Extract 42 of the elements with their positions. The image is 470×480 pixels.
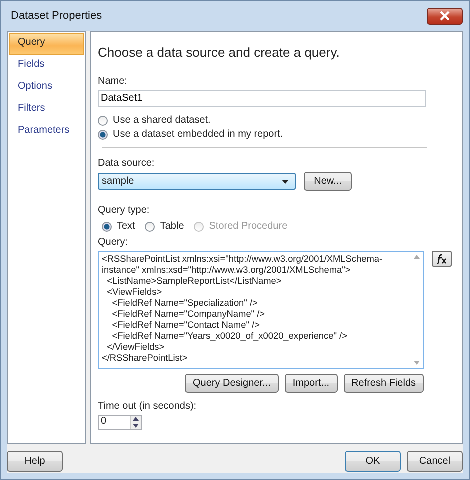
radio-label: Stored Procedure <box>209 221 288 232</box>
query-action-button[interactable]: Query Designer... <box>185 374 279 393</box>
sidebar-item[interactable]: Query <box>9 33 84 55</box>
query-action-button[interactable]: Refresh Fields <box>344 374 424 393</box>
radio-button[interactable] <box>98 116 108 126</box>
scroll-up-icon <box>414 255 420 259</box>
expression-button[interactable] <box>432 251 452 267</box>
cancel-button[interactable]: Cancel <box>407 450 463 472</box>
spin-down-icon <box>133 424 139 428</box>
page-heading: Choose a data source and create a query. <box>98 45 341 60</box>
query-type-label: Query type: <box>98 205 151 216</box>
radio-button[interactable] <box>102 222 112 232</box>
close-button[interactable] <box>427 8 463 24</box>
query-label: Query: <box>98 237 130 248</box>
name-field[interactable]: DataSet1 <box>98 90 426 107</box>
sidebar-item[interactable]: Fields <box>9 55 84 77</box>
window-title: Dataset Properties <box>10 10 102 22</box>
radio-label: Table <box>160 221 184 232</box>
sidebar-item[interactable]: Parameters <box>9 121 84 143</box>
data-source-dropdown[interactable]: sample <box>98 173 296 190</box>
radio-button[interactable] <box>98 130 108 140</box>
sidebar-item[interactable]: Filters <box>9 99 84 121</box>
radio-label: Use a shared dataset. <box>113 115 211 126</box>
help-button[interactable]: Help <box>7 450 63 472</box>
query-text: <RSSharePointList xmlns:xsi="http://www.w3.org/2001/XMLSchema- instance" xmlns:xsd="http://www.w3.org/2001/XMLSchema"> <ListName>SampleReportList</ListName> <ViewFields> <FieldRef Name="Specialization" /> <FieldRef Name="CompanyName" /> <FieldRef Name="Contact Name" /> <FieldRef Name="Years_x0020_of_x0020_experience" /> </ViewFields> </RSSharePointList> <box>101 253 384 365</box>
scroll-down-icon <box>414 361 420 365</box>
query-action-button[interactable]: Import... <box>284 374 338 393</box>
radio-label: Use a dataset embedded in my report. <box>113 129 284 140</box>
timeout-label: Time out (in seconds): <box>98 401 198 412</box>
dropdown-arrow-icon <box>282 180 289 184</box>
query-editor[interactable] <box>98 251 424 369</box>
close-icon <box>439 11 451 21</box>
function-icon <box>436 254 448 264</box>
new-button[interactable]: New... <box>304 172 352 191</box>
ok-button[interactable]: OK <box>345 450 401 472</box>
sidebar-item[interactable]: Options <box>9 77 84 99</box>
timeout-spinner[interactable]: 0 <box>98 415 142 430</box>
name-label: Name: <box>98 76 128 87</box>
radio-button[interactable] <box>145 222 156 232</box>
data-source-label: Data source: <box>98 158 156 169</box>
spin-up-icon <box>133 417 139 422</box>
radio-label: Text <box>117 221 136 232</box>
